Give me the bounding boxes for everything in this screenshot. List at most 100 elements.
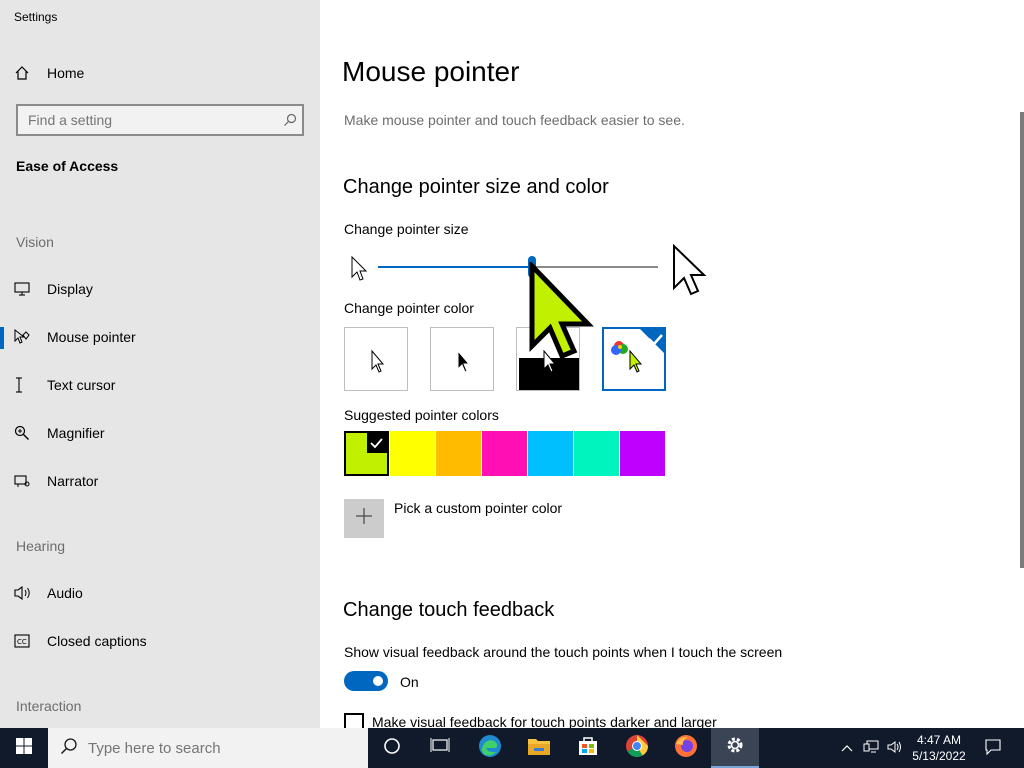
page-description: Make mouse pointer and touch feedback ea…	[344, 112, 685, 128]
pointer-color-label: Change pointer color	[344, 300, 474, 316]
task-view-button[interactable]	[416, 728, 464, 768]
color-option-black[interactable]	[430, 327, 494, 391]
suggested-colors-label: Suggested pointer colors	[344, 407, 499, 423]
sidebar-item-label: Magnifier	[47, 425, 105, 441]
sidebar: Settings Home Ease of Access Vision Disp…	[0, 0, 320, 728]
edge-button[interactable]	[466, 728, 514, 768]
sidebar-item-display[interactable]: Display	[0, 269, 320, 309]
sidebar-item-label: Mouse pointer	[47, 329, 136, 345]
mouse-pointer-icon	[14, 329, 46, 345]
cortana-button[interactable]	[368, 728, 416, 768]
pointer-size-slider-fill	[378, 266, 532, 268]
notifications-icon	[985, 738, 1001, 758]
firefox-button[interactable]	[662, 728, 710, 768]
start-button[interactable]	[0, 728, 48, 768]
volume-icon	[887, 740, 903, 757]
plus-icon	[355, 507, 373, 530]
system-clock[interactable]: 4:47 AM 5/13/2022	[908, 732, 970, 764]
suggested-color-swatch[interactable]	[574, 431, 619, 476]
settings-taskbar-button[interactable]	[711, 728, 759, 768]
pointer-section-heading: Change pointer size and color	[343, 176, 609, 198]
closed-captions-icon: CC	[14, 634, 46, 648]
chrome-button[interactable]	[613, 728, 661, 768]
store-icon	[577, 735, 599, 762]
sidebar-item-label: Home	[47, 65, 85, 81]
show-hidden-icons-button[interactable]	[836, 728, 858, 768]
display-icon	[14, 282, 46, 296]
white-pointer-icon	[371, 349, 385, 373]
action-center-button[interactable]	[978, 728, 1008, 768]
checkmark-icon	[367, 433, 387, 453]
suggested-color-swatch[interactable]	[482, 431, 527, 476]
sidebar-item-label: Audio	[47, 585, 83, 601]
page-title: Mouse pointer	[342, 56, 520, 87]
toggle-knob	[373, 676, 383, 686]
network-icon	[863, 740, 879, 757]
sidebar-item-label: Display	[47, 281, 93, 297]
suggested-color-swatch[interactable]	[436, 431, 481, 476]
black-pointer-icon	[457, 349, 471, 373]
touch-feedback-label: Show visual feedback around the touch po…	[344, 644, 783, 660]
section-header-vision: Vision	[16, 234, 54, 250]
sidebar-item-closed-captions[interactable]: CC Closed captions	[0, 621, 320, 661]
network-button[interactable]	[860, 728, 882, 768]
chrome-icon	[625, 734, 649, 763]
small-pointer-icon	[350, 255, 368, 287]
sidebar-item-home[interactable]: Home	[0, 53, 320, 93]
file-explorer-button[interactable]	[515, 728, 563, 768]
taskbar-search-box[interactable]	[48, 728, 368, 768]
pointer-size-label: Change pointer size	[344, 221, 469, 237]
volume-button[interactable]	[884, 728, 906, 768]
main-content: Mouse pointer Make mouse pointer and tou…	[320, 0, 1024, 733]
taskbar-search-input[interactable]	[88, 739, 348, 757]
suggested-color-swatch[interactable]	[528, 431, 573, 476]
sidebar-item-mouse-pointer[interactable]: Mouse pointer	[0, 317, 320, 357]
suggested-color-swatch[interactable]	[390, 431, 435, 476]
category-title: Ease of Access	[16, 158, 119, 174]
settings-icon	[725, 735, 745, 760]
magnifier-icon	[14, 425, 46, 441]
taskbar: 4:47 AM 5/13/2022	[0, 728, 1024, 768]
windows-logo-icon	[16, 737, 32, 759]
sidebar-item-label: Text cursor	[47, 377, 116, 393]
large-pointer-icon	[672, 243, 708, 303]
task-view-icon	[430, 737, 450, 760]
store-button[interactable]	[564, 728, 612, 768]
search-icon	[60, 737, 78, 760]
sidebar-item-narrator[interactable]: Narrator	[0, 461, 320, 501]
text-cursor-icon	[14, 377, 46, 393]
home-icon	[14, 65, 46, 81]
section-header-interaction: Interaction	[16, 698, 82, 714]
touch-section-heading: Change touch feedback	[343, 599, 555, 621]
suggested-color-swatch[interactable]	[620, 431, 665, 476]
app-title: Settings	[14, 10, 58, 24]
firefox-icon	[674, 734, 698, 763]
color-option-custom[interactable]	[602, 327, 666, 391]
narrator-icon	[14, 473, 46, 489]
sidebar-item-label: Narrator	[47, 473, 99, 489]
sidebar-item-magnifier[interactable]: Magnifier	[0, 413, 320, 453]
search-input[interactable]	[18, 112, 278, 128]
edge-icon	[478, 734, 502, 763]
clock-time: 4:47 AM	[916, 733, 962, 747]
sidebar-item-text-cursor[interactable]: Text cursor	[0, 365, 320, 405]
pick-custom-color-button[interactable]	[344, 499, 384, 538]
clock-date: 5/13/2022	[912, 749, 966, 763]
scrollbar[interactable]	[1020, 112, 1024, 568]
custom-pointer-icon	[611, 329, 664, 373]
color-option-white[interactable]	[344, 327, 408, 391]
suggested-color-swatch[interactable]	[344, 431, 389, 476]
section-header-hearing: Hearing	[16, 538, 66, 554]
svg-text:CC: CC	[17, 638, 27, 646]
cortana-icon	[383, 737, 401, 760]
search-icon[interactable]	[278, 113, 302, 127]
audio-icon	[14, 585, 46, 601]
search-box[interactable]	[16, 104, 304, 136]
lime-pointer-preview	[528, 259, 598, 367]
sidebar-item-audio[interactable]: Audio	[0, 573, 320, 613]
pick-custom-color-label[interactable]: Pick a custom pointer color	[394, 500, 562, 516]
chevron-up-icon	[841, 741, 853, 755]
sidebar-item-label: Closed captions	[47, 633, 147, 649]
touch-feedback-toggle[interactable]	[344, 671, 388, 691]
toggle-state-label: On	[400, 674, 419, 690]
